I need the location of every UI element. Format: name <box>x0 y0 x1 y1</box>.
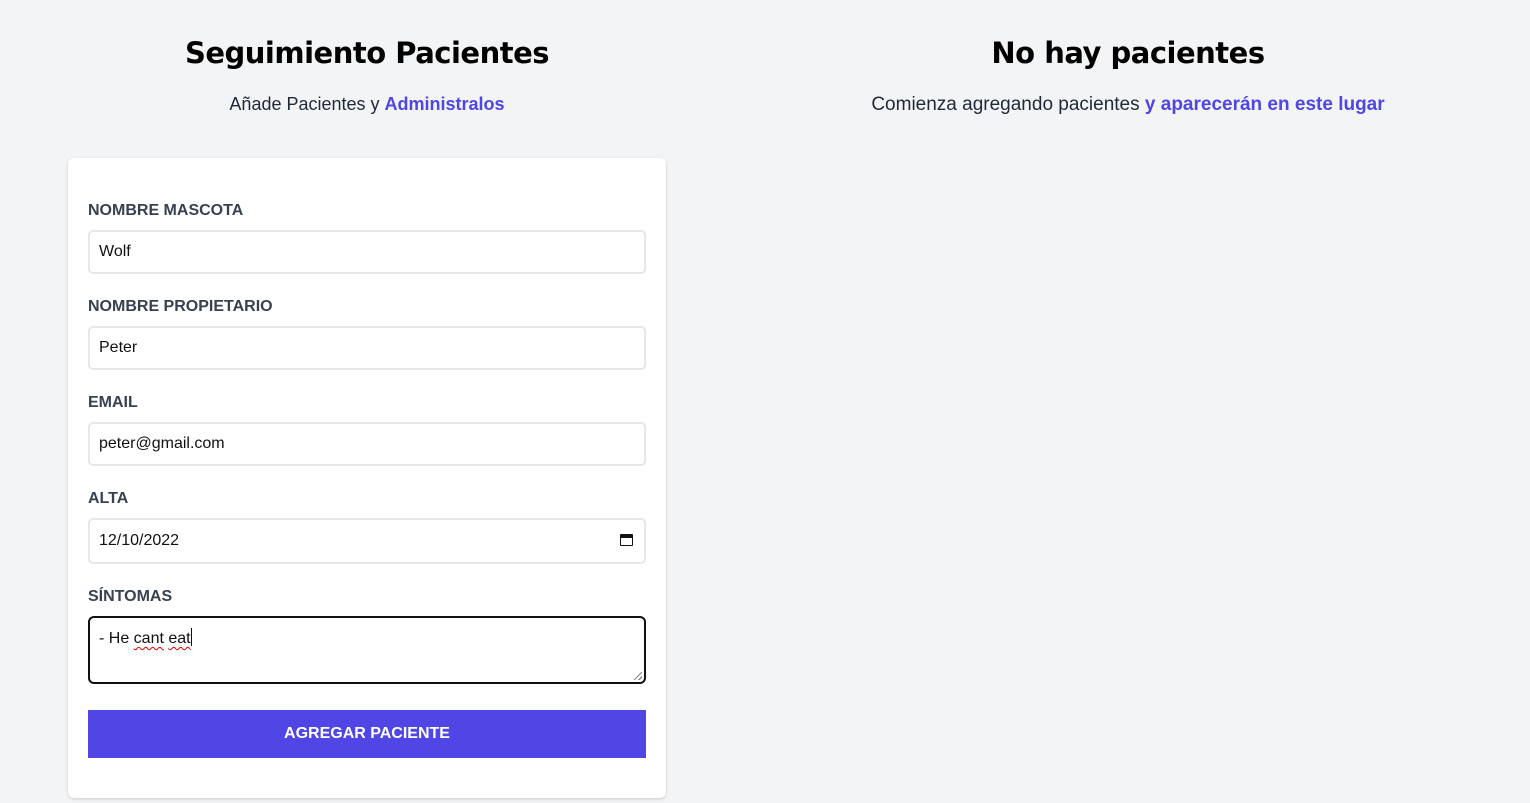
spellcheck-word-2: eat <box>168 630 191 647</box>
discharge-date-value: 12/10/2022 <box>99 532 180 549</box>
list-title: No hay pacientes <box>991 36 1265 70</box>
add-patient-button[interactable]: Agregar Paciente <box>88 710 646 758</box>
list-subtitle: Comienza agregando pacientes y aparecerá… <box>726 94 1530 116</box>
owner-name-field: Nombre Propietario Peter <box>88 296 646 370</box>
discharge-date-input[interactable]: 12/10/2022 <box>88 518 646 564</box>
symptoms-label: Síntomas <box>88 588 173 605</box>
list-subtitle-text: Comienza agregando pacientes <box>871 94 1145 115</box>
owner-name-input[interactable]: Peter <box>88 326 646 370</box>
resize-grip-icon[interactable] <box>634 672 642 680</box>
text-caret <box>190 628 192 646</box>
discharge-date-field: Alta 12/10/2022 <box>88 488 646 564</box>
email-field: Email peter@gmail.com <box>88 392 646 466</box>
pet-name-field: Nombre Mascota Wolf <box>88 200 646 274</box>
calendar-icon[interactable] <box>620 534 633 546</box>
list-subtitle-accent: y aparecerán en este lugar <box>1144 94 1385 115</box>
spellcheck-word-1: cant <box>133 630 164 647</box>
symptoms-textarea[interactable]: - He cant eat <box>88 616 646 684</box>
form-subtitle: Añade Pacientes y Administralos <box>68 94 666 115</box>
email-label: Email <box>88 394 138 411</box>
symptoms-field: Síntomas - He cant eat <box>88 586 646 684</box>
form-subtitle-text: Añade Pacientes y <box>229 94 385 114</box>
form-subtitle-accent: Administralos <box>384 94 505 114</box>
patient-form: Nombre Mascota Wolf Nombre Propietario P… <box>68 158 666 798</box>
form-title: Seguimiento Pacientes <box>184 36 550 70</box>
email-input[interactable]: peter@gmail.com <box>88 422 646 466</box>
pet-name-label: Nombre Mascota <box>88 202 244 219</box>
owner-name-label: Nombre Propietario <box>88 298 273 315</box>
symptoms-text-start: - He <box>99 630 134 647</box>
pet-name-input[interactable]: Wolf <box>88 230 646 274</box>
discharge-date-label: Alta <box>88 490 129 507</box>
